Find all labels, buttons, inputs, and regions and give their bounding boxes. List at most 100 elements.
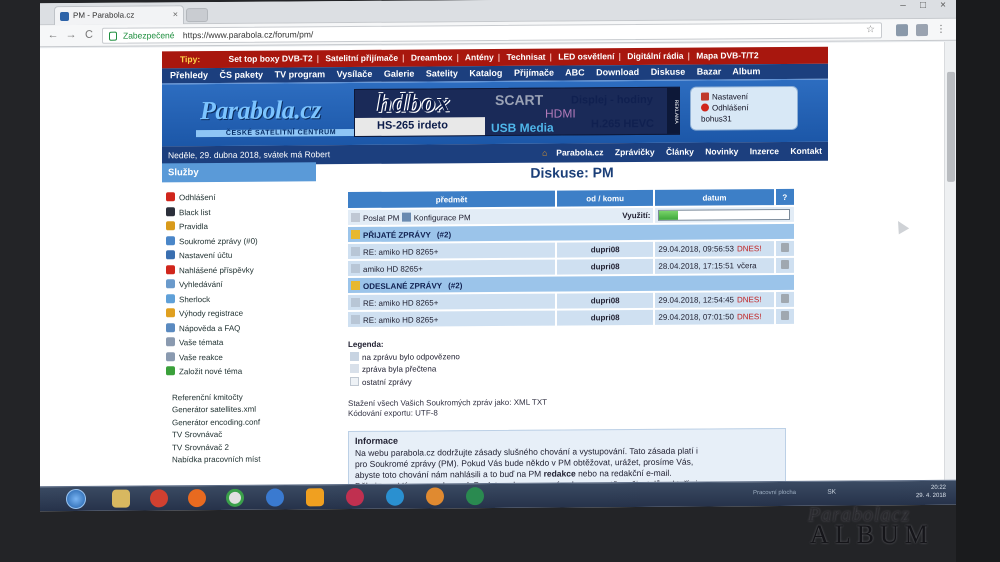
tip-link[interactable]: Digitální rádia xyxy=(627,51,683,61)
message-subject[interactable]: amiko HD 8265+ xyxy=(363,264,423,273)
scrollbar[interactable] xyxy=(944,41,956,480)
reload-button[interactable]: C xyxy=(82,29,96,41)
nav-item[interactable]: Bazar xyxy=(697,66,722,76)
ccleaner-icon[interactable] xyxy=(386,487,404,506)
nav-item[interactable]: TV program xyxy=(275,69,326,79)
tip-link[interactable]: Dreambox xyxy=(411,52,453,62)
nav-item[interactable]: ČS pakety xyxy=(220,70,264,80)
column-date[interactable]: datum xyxy=(655,189,774,206)
tip-link[interactable]: LED osvětlení xyxy=(558,51,614,61)
app-icon[interactable] xyxy=(346,487,364,507)
trash-icon[interactable] xyxy=(780,310,789,321)
tray-time[interactable]: 20:22 xyxy=(916,484,946,492)
column-subject[interactable]: předmět xyxy=(348,190,555,209)
sidebar-item[interactable]: Nápověda a FAQ xyxy=(162,322,322,338)
top-link[interactable]: Zprávičky xyxy=(615,147,655,157)
sidebar-item[interactable]: Založit nové téma xyxy=(162,365,322,381)
app-icon[interactable] xyxy=(466,487,484,506)
send-pm-link[interactable]: Poslat PM xyxy=(351,212,399,222)
sidebar-item[interactable]: Nastavení účtu xyxy=(162,249,322,265)
start-button[interactable] xyxy=(66,488,86,510)
extra-link[interactable]: Generátor satellites.xml xyxy=(172,404,322,418)
nav-item[interactable]: Přijímače xyxy=(514,68,554,78)
sidebar-item[interactable]: Vyhledávání xyxy=(162,278,322,294)
close-window-button[interactable]: × xyxy=(934,0,952,11)
menu-icon[interactable]: ⋮ xyxy=(936,24,946,36)
nav-item[interactable]: Diskuse xyxy=(651,67,686,77)
help-button[interactable]: ? xyxy=(775,188,794,206)
address-bar[interactable]: Zabezpečené https://www.parabola.cz/foru… xyxy=(102,22,882,44)
maximize-button[interactable]: □ xyxy=(914,0,932,11)
sidebar-item[interactable]: Odhlášení xyxy=(162,191,322,207)
sidebar-item[interactable]: Pravidla xyxy=(162,220,322,236)
tray-language[interactable]: SK xyxy=(827,489,836,497)
nav-item[interactable]: ABC xyxy=(565,67,585,77)
firefox-icon[interactable] xyxy=(188,489,206,508)
message-subject[interactable]: RE: amiko HD 8265+ xyxy=(363,315,438,325)
new-tab-button[interactable] xyxy=(186,8,208,23)
tab-close-icon[interactable]: × xyxy=(173,9,178,19)
nav-item[interactable]: Download xyxy=(596,67,639,77)
sidebar-item[interactable]: Nahlášené příspěvky xyxy=(162,264,322,280)
tip-link[interactable]: Technisat xyxy=(506,52,545,62)
tip-link[interactable]: Satelitní přijímače xyxy=(325,53,398,64)
explorer-icon[interactable] xyxy=(112,489,130,508)
redakce-link[interactable]: redakce xyxy=(544,468,576,478)
tray-desktop[interactable]: Pracovní plocha xyxy=(753,489,796,497)
home-link[interactable]: ⌂ Parabola.cz xyxy=(533,147,603,157)
message-row[interactable]: amiko HD 8265+ dupri08 28.04.2018, 17:15:5… xyxy=(348,257,794,277)
config-pm-link[interactable]: Konfigurace PM xyxy=(401,212,471,222)
tray-date[interactable]: 29. 4. 2018 xyxy=(916,492,946,500)
trash-icon[interactable] xyxy=(780,259,789,270)
extension-icon[interactable] xyxy=(896,24,908,37)
extension-badge-icon[interactable] xyxy=(916,23,928,37)
bookmark-star-icon[interactable]: ☆ xyxy=(866,24,875,35)
app-icon[interactable] xyxy=(426,487,444,506)
message-subject[interactable]: RE: amiko HD 8265+ xyxy=(363,247,438,257)
nav-item[interactable]: Přehledy xyxy=(170,70,208,80)
settings-link[interactable]: Nastavení xyxy=(701,91,797,103)
extra-link[interactable]: TV Srovnávač xyxy=(172,429,322,443)
column-from-to[interactable]: od / komu xyxy=(556,189,654,207)
extra-link[interactable]: TV Srovnávač 2 xyxy=(172,442,322,456)
nav-item[interactable]: Katalog xyxy=(469,68,502,78)
top-link[interactable]: Novinky xyxy=(705,146,738,156)
extra-link[interactable]: Generátor encoding.conf xyxy=(172,417,322,431)
app-icon[interactable] xyxy=(266,488,284,507)
sidebar-item[interactable]: Sherlock xyxy=(162,293,322,309)
advertisement-banner[interactable]: hdbox HS-265 irdeto SCART HDMI USB Media… xyxy=(354,86,680,138)
message-user[interactable]: dupri08 xyxy=(556,309,654,326)
message-user[interactable]: dupri08 xyxy=(556,292,654,309)
tip-link[interactable]: Set top boxy DVB-T2 xyxy=(229,53,313,64)
extra-link[interactable]: Nabídka pracovních míst xyxy=(172,454,322,468)
sidebar-item[interactable]: Vaše reakce xyxy=(162,351,322,367)
tip-link[interactable]: Mapa DVB-T/T2 xyxy=(696,50,758,60)
extra-link[interactable]: Referenční kmitočty xyxy=(172,392,322,406)
message-user[interactable]: dupri08 xyxy=(556,241,654,258)
trash-icon[interactable] xyxy=(780,293,789,304)
logout-link[interactable]: Odhlášení xyxy=(701,102,797,114)
forward-button[interactable]: → xyxy=(64,29,78,41)
sidebar-item[interactable]: Výhody registrace xyxy=(162,307,322,323)
nav-item[interactable]: Satelity xyxy=(426,68,458,78)
app-icon[interactable] xyxy=(150,489,168,508)
top-link[interactable]: Kontakt xyxy=(790,146,822,156)
message-row[interactable]: RE: amiko HD 8265+ dupri08 29.04.2018, 07:… xyxy=(348,308,794,328)
nav-item[interactable]: Galerie xyxy=(384,69,415,79)
message-row[interactable]: RE: amiko HD 8265+ dupri08 29.04.2018, 12:… xyxy=(348,291,794,311)
folder-header[interactable]: PŘIJATÉ ZPRÁVY (#2) xyxy=(348,223,794,243)
message-row[interactable]: RE: amiko HD 8265+ dupri08 29.04.2018, 09:… xyxy=(348,240,794,260)
nav-item[interactable]: Vysílače xyxy=(337,69,373,79)
minimize-button[interactable]: – xyxy=(894,0,912,11)
top-link[interactable]: Inzerce xyxy=(750,146,779,156)
scrollbar-thumb[interactable] xyxy=(947,71,955,182)
tip-link[interactable]: Antény xyxy=(465,52,494,62)
message-user[interactable]: dupri08 xyxy=(556,258,654,275)
chrome-icon[interactable] xyxy=(226,488,244,507)
back-button[interactable]: ← xyxy=(46,29,60,41)
sidebar-item[interactable]: Soukromé zprávy (#0) xyxy=(162,235,322,251)
trash-icon[interactable] xyxy=(780,242,789,253)
avast-icon[interactable] xyxy=(306,488,324,507)
browser-tab[interactable]: PM - Parabola.cz × xyxy=(54,5,184,26)
nav-item[interactable]: Album xyxy=(732,66,760,76)
